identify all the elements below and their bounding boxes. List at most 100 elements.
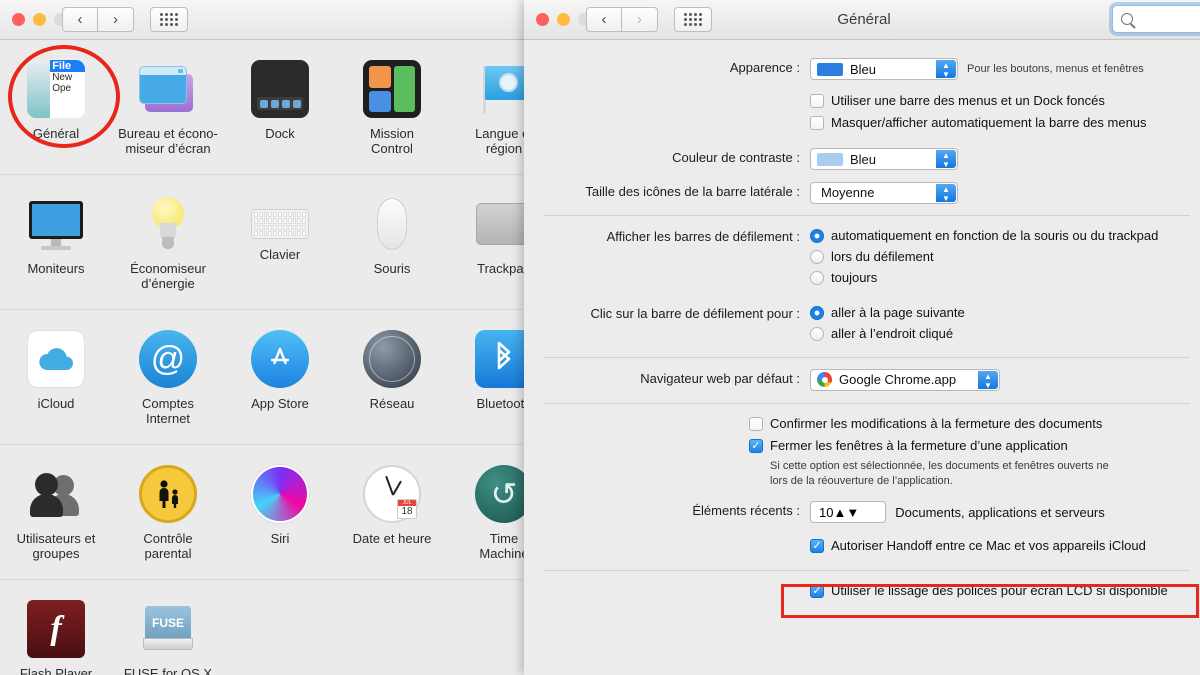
scrollbars-option-always[interactable]: toujours xyxy=(810,269,1190,287)
pref-item-network[interactable]: Réseau xyxy=(336,324,448,434)
pref-label: Souris xyxy=(373,261,411,276)
checkbox-label: Autoriser Handoff entre ce Mac et vos ap… xyxy=(831,538,1146,553)
checkbox-box[interactable]: ✓ xyxy=(810,584,824,598)
browser-popup[interactable]: Google Chrome.app ▲ ▼ xyxy=(810,368,1000,391)
divider xyxy=(544,356,1190,358)
pref-label: Mission Control xyxy=(369,126,415,156)
pref-item-app-store[interactable]: App Store xyxy=(224,324,336,434)
pref-item-users-groups[interactable]: Utilisateurs et groupes xyxy=(0,459,112,569)
contrast-popup[interactable]: Bleu ▲ ▼ xyxy=(810,148,958,170)
checkbox-box[interactable] xyxy=(810,94,824,108)
pref-label: Économiseur d’énergie xyxy=(130,261,206,291)
radio-box[interactable] xyxy=(810,228,824,243)
appearance-label: Apparence : xyxy=(729,60,800,75)
chevron-updown-icon[interactable]: ▲▼ xyxy=(936,150,956,169)
checkbox-box[interactable] xyxy=(810,116,824,130)
font-smoothing-checkbox[interactable]: ✓ Utiliser le lissage des polices pour é… xyxy=(810,582,1190,600)
pref-item-mouse[interactable]: Souris xyxy=(336,189,448,299)
keyboard-icon xyxy=(251,209,309,239)
radio-label: toujours xyxy=(831,269,878,285)
siri-icon xyxy=(251,465,309,523)
calendar-badge: JUL 18 xyxy=(397,499,417,519)
scroll-click-option-next-page[interactable]: aller à la page suivante xyxy=(810,304,1190,322)
pref-item-icloud[interactable]: iCloud xyxy=(0,324,112,434)
scrollbars-option-auto[interactable]: automatiquement en fonction de la souris… xyxy=(810,227,1190,245)
confirm-changes-checkbox[interactable]: Confirmer les modifications à la fermetu… xyxy=(749,415,1190,433)
appearance-note: Pour les boutons, menus et fenêtres xyxy=(967,63,1144,75)
pref-label: Bureau et écono- miseur d’écran xyxy=(118,126,218,156)
chevron-updown-icon[interactable]: ▲▼ xyxy=(833,505,859,520)
pref-label: Contrôle parental xyxy=(143,531,193,561)
checkbox-label: Masquer/afficher automatiquement la barr… xyxy=(831,115,1147,130)
browser-row: Navigateur web par défaut : Google Chrom… xyxy=(524,368,1200,393)
pref-item-internet-accounts[interactable]: @ Comptes Internet xyxy=(112,324,224,434)
front-window-titlebar: ‹ › Général xyxy=(524,0,1200,40)
dark-menubar-checkbox[interactable]: Utiliser une barre des menus et un Dock … xyxy=(810,92,1190,110)
radio-box[interactable] xyxy=(810,270,824,285)
users-groups-icon xyxy=(27,465,85,523)
pref-item-siri[interactable]: Siri xyxy=(224,459,336,569)
pref-item-mission-control[interactable]: Mission Control xyxy=(336,54,448,164)
pref-item-general[interactable]: File New Ope Général xyxy=(0,54,112,164)
pref-item-keyboard[interactable]: Clavier xyxy=(224,189,336,299)
pref-label: App Store xyxy=(251,396,309,411)
pref-item-dock[interactable]: Dock xyxy=(224,54,336,164)
browser-value: Google Chrome.app xyxy=(839,372,957,387)
contrast-value: Bleu xyxy=(850,151,877,167)
contrast-swatch xyxy=(817,152,843,166)
appearance-checkbox-row: Utiliser une barre des menus et un Dock … xyxy=(524,92,1200,136)
divider xyxy=(544,214,1190,216)
divider xyxy=(544,403,1190,404)
radio-box[interactable] xyxy=(810,249,824,264)
pref-item-fuse[interactable]: FUSE FUSE for OS X xyxy=(112,594,224,675)
pref-label: Réseau xyxy=(369,396,415,411)
scrollbars-option-scrolling[interactable]: lors du défilement xyxy=(810,248,1190,266)
chevron-updown-icon[interactable]: ▲▼ xyxy=(936,60,956,79)
scroll-click-option-clicked-spot[interactable]: aller à l’endroit cliqué xyxy=(810,325,1190,343)
checkbox-box[interactable]: ✓ xyxy=(749,439,763,453)
pref-item-displays[interactable]: Moniteurs xyxy=(0,189,112,299)
dock-icon xyxy=(251,60,309,118)
search-field[interactable] xyxy=(1112,5,1200,33)
checkbox-box[interactable] xyxy=(749,417,763,431)
network-icon xyxy=(363,330,421,388)
radio-box[interactable] xyxy=(810,305,824,320)
radio-label: aller à l’endroit cliqué xyxy=(831,325,954,341)
handoff-checkbox[interactable]: ✓ Autoriser Handoff entre ce Mac et vos … xyxy=(810,537,1190,555)
appearance-row: Apparence : Bleu ▲ ▼ Pour les boutons, me… xyxy=(524,58,1200,80)
pref-item-parental[interactable]: Contrôle parental xyxy=(112,459,224,569)
radio-box[interactable] xyxy=(810,326,824,341)
general-pane: Apparence : Bleu ▲ ▼ Pour les boutons, me… xyxy=(524,58,1200,604)
pref-item-energy[interactable]: Économiseur d’énergie xyxy=(112,189,224,299)
app-store-icon xyxy=(251,330,309,388)
pref-item-flash-player[interactable]: f Flash Player xyxy=(0,594,112,675)
contrast-row: Couleur de contraste : Bleu ▲ ▼ xyxy=(524,148,1200,171)
sidebar-size-value: Moyenne xyxy=(821,185,875,200)
appearance-popup[interactable]: Bleu ▲ ▼ xyxy=(810,58,958,80)
displays-icon xyxy=(27,195,85,253)
sidebar-size-popup[interactable]: Moyenne ▲ ▼ xyxy=(810,181,958,204)
scrollbars-label: Afficher les barres de défilement : xyxy=(606,228,800,244)
chevron-updown-icon[interactable]: ▲▼ xyxy=(978,370,998,390)
pref-item-date-time[interactable]: JUL 18 Date et heure xyxy=(336,459,448,569)
recent-items-stepper[interactable]: 10 ▲▼ xyxy=(810,501,887,523)
chevron-updown-icon[interactable]: ▲▼ xyxy=(936,183,956,203)
screen: ‹ › Préférences Système File New xyxy=(0,0,1200,675)
scroll-click-row: Clic sur la barre de défilement pour : a… xyxy=(524,304,1200,346)
radio-label: aller à la page suivante xyxy=(831,304,965,320)
pref-label: Comptes Internet xyxy=(141,396,195,426)
pref-item-desktop[interactable]: Bureau et écono- miseur d’écran xyxy=(112,54,224,164)
front-window-title: Général xyxy=(837,11,891,28)
browser-label: Navigateur web par défaut : xyxy=(640,370,800,386)
pref-label: Clavier xyxy=(259,247,301,262)
general-icon-file-text: File xyxy=(50,60,85,72)
pref-label: Flash Player xyxy=(19,666,93,675)
search-icon xyxy=(1121,13,1133,25)
checkbox-box[interactable]: ✓ xyxy=(810,539,824,553)
fuse-icon: FUSE xyxy=(139,600,197,658)
documents-row: Confirmer les modifications à la fermetu… xyxy=(524,415,1200,489)
autohide-menubar-checkbox[interactable]: Masquer/afficher automatiquement la barr… xyxy=(810,114,1190,132)
close-windows-checkbox[interactable]: ✓ Fermer les fenêtres à la fermeture d’u… xyxy=(749,437,1190,455)
pref-label: Général xyxy=(32,126,80,141)
mission-control-icon xyxy=(363,60,421,118)
